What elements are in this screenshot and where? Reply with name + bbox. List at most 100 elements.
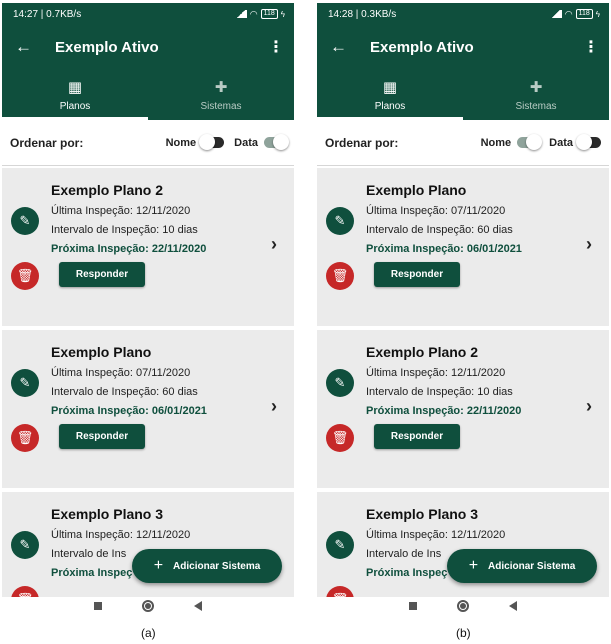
tab-bar: ▦ Planos ✚ Sistemas: [2, 69, 294, 120]
puzzle-icon: ✚: [214, 78, 228, 96]
next-inspection: Próxima Inspeção: 22/11/2020: [51, 243, 207, 255]
tab-label: Sistemas: [200, 100, 242, 112]
data-toggle[interactable]: [264, 134, 289, 150]
caption-a: (a): [141, 626, 156, 640]
pencil-icon[interactable]: ✎: [326, 369, 354, 397]
status-bar: 14:27 | 0.7KB/s ◠ 118 ϟ: [2, 3, 294, 25]
more-vertical-icon[interactable]: ⋮: [583, 37, 599, 57]
sort-option-data: Data: [234, 136, 258, 149]
grid-icon: ▦: [67, 78, 83, 96]
plus-icon: +: [153, 557, 164, 574]
add-system-button[interactable]: + Adicionar Sistema: [447, 549, 597, 583]
sort-option-nome: Nome: [480, 136, 512, 149]
responder-button[interactable]: Responder: [59, 424, 145, 449]
tab-sistemas[interactable]: ✚ Sistemas: [463, 69, 609, 120]
trash-icon[interactable]: 🗑: [326, 262, 354, 290]
responder-button[interactable]: Responder: [374, 424, 460, 449]
grid-icon: ▦: [382, 78, 398, 96]
fab-label: Adicionar Sistema: [173, 560, 261, 572]
last-inspection: Última Inspeção: 12/11/2020: [51, 205, 191, 217]
sort-option-nome: Nome: [165, 136, 197, 149]
plan-title: Exemplo Plano 2: [366, 344, 479, 360]
nome-toggle[interactable]: [199, 134, 225, 150]
tab-planos[interactable]: ▦ Planos: [2, 69, 148, 120]
trash-icon[interactable]: 🗑: [326, 424, 354, 452]
pencil-icon[interactable]: ✎: [11, 531, 39, 559]
tab-indicator: [317, 117, 463, 120]
status-time: 14:27 | 0.7KB/s: [13, 8, 82, 20]
plan-title: Exemplo Plano 2: [51, 182, 164, 198]
pencil-icon[interactable]: ✎: [11, 207, 39, 235]
battery-icon: 118: [575, 9, 593, 19]
app-bar: ← Exemplo Ativo ⋮: [2, 25, 294, 69]
page-title: Exemplo Ativo: [55, 38, 159, 56]
plus-icon: +: [468, 557, 479, 574]
next-inspection: Próxima Inspeção: 06/01/2021: [51, 405, 207, 417]
plan-card[interactable]: ✎ 🗑 Exemplo Plano 2 Última Inspeção: 12/…: [317, 330, 609, 490]
puzzle-icon: ✚: [529, 78, 543, 96]
last-inspection: Última Inspeção: 07/11/2020: [366, 205, 506, 217]
chevron-right-icon[interactable]: ›: [586, 396, 592, 417]
tab-sistemas[interactable]: ✚ Sistemas: [148, 69, 294, 120]
chevron-right-icon[interactable]: ›: [271, 234, 277, 255]
last-inspection: Última Inspeção: 12/11/2020: [366, 529, 506, 541]
tab-bar: ▦ Planos ✚ Sistemas: [317, 69, 609, 120]
sort-label: Ordenar por:: [325, 135, 399, 150]
fab-label: Adicionar Sistema: [488, 560, 576, 572]
plan-card[interactable]: ✎ 🗑 Exemplo Plano 2 Última Inspeção: 12/…: [2, 168, 294, 328]
nome-toggle[interactable]: [517, 134, 543, 150]
arrow-left-icon[interactable]: ←: [15, 37, 43, 57]
sort-option-data: Data: [549, 136, 573, 149]
plan-title: Exemplo Plano: [366, 182, 467, 198]
pencil-icon[interactable]: ✎: [326, 531, 354, 559]
wifi-icon: ◠: [564, 8, 573, 19]
trash-icon[interactable]: 🗑: [11, 424, 39, 452]
responder-button[interactable]: Responder: [59, 262, 145, 287]
responder-button[interactable]: Responder: [374, 262, 460, 287]
status-time: 14:28 | 0.3KB/s: [328, 8, 397, 20]
inspection-interval: Intervalo de Inspeção: 60 dias: [51, 386, 198, 398]
system-nav-bar: [317, 597, 609, 613]
plan-title: Exemplo Plano 3: [366, 506, 479, 522]
more-vertical-icon[interactable]: ⋮: [268, 37, 284, 57]
back-nav-icon[interactable]: [509, 601, 517, 611]
status-bar: 14:28 | 0.3KB/s ◠ 118 ϟ: [317, 3, 609, 25]
trash-icon[interactable]: 🗑: [11, 262, 39, 290]
pencil-icon[interactable]: ✎: [11, 369, 39, 397]
plan-card[interactable]: ✎ 🗑 Exemplo Plano Última Inspeção: 07/11…: [317, 168, 609, 328]
plan-title: Exemplo Plano: [51, 344, 152, 360]
recents-icon[interactable]: [409, 602, 417, 610]
next-inspection: Próxima Inspeção: 06/01/2021: [366, 243, 522, 255]
charging-icon: ϟ: [595, 9, 600, 19]
phone-screen-a: 14:27 | 0.7KB/s ◠ 118 ϟ ← Exemplo Ativo …: [2, 3, 294, 613]
sort-label: Ordenar por:: [10, 135, 84, 150]
plan-title: Exemplo Plano 3: [51, 506, 164, 522]
home-icon[interactable]: [457, 600, 469, 612]
recents-icon[interactable]: [94, 602, 102, 610]
chevron-right-icon[interactable]: ›: [586, 234, 592, 255]
last-inspection: Última Inspeção: 12/11/2020: [366, 367, 506, 379]
tab-indicator: [2, 117, 148, 120]
back-nav-icon[interactable]: [194, 601, 202, 611]
tab-label: Planos: [374, 100, 406, 112]
chevron-right-icon[interactable]: ›: [271, 396, 277, 417]
pencil-icon[interactable]: ✎: [326, 207, 354, 235]
tab-label: Sistemas: [515, 100, 557, 112]
data-toggle[interactable]: [576, 134, 601, 150]
inspection-interval: Intervalo de Inspeção: 10 dias: [366, 386, 513, 398]
signal-icon: [234, 10, 247, 18]
arrow-left-icon[interactable]: ←: [330, 37, 358, 57]
inspection-interval: Intervalo de Inspeção: 10 dias: [51, 224, 198, 236]
inspection-interval: Intervalo de Inspeção: 60 dias: [366, 224, 513, 236]
signal-icon: [549, 10, 562, 18]
tab-label: Planos: [59, 100, 91, 112]
tab-planos[interactable]: ▦ Planos: [317, 69, 463, 120]
phone-screen-b: 14:28 | 0.3KB/s ◠ 118 ϟ ← Exemplo Ativo …: [317, 3, 609, 613]
system-nav-bar: [2, 597, 294, 613]
charging-icon: ϟ: [280, 9, 285, 19]
home-icon[interactable]: [142, 600, 154, 612]
caption-b: (b): [456, 626, 471, 640]
plan-card[interactable]: ✎ 🗑 Exemplo Plano Última Inspeção: 07/11…: [2, 330, 294, 490]
last-inspection: Última Inspeção: 07/11/2020: [51, 367, 191, 379]
add-system-button[interactable]: + Adicionar Sistema: [132, 549, 282, 583]
